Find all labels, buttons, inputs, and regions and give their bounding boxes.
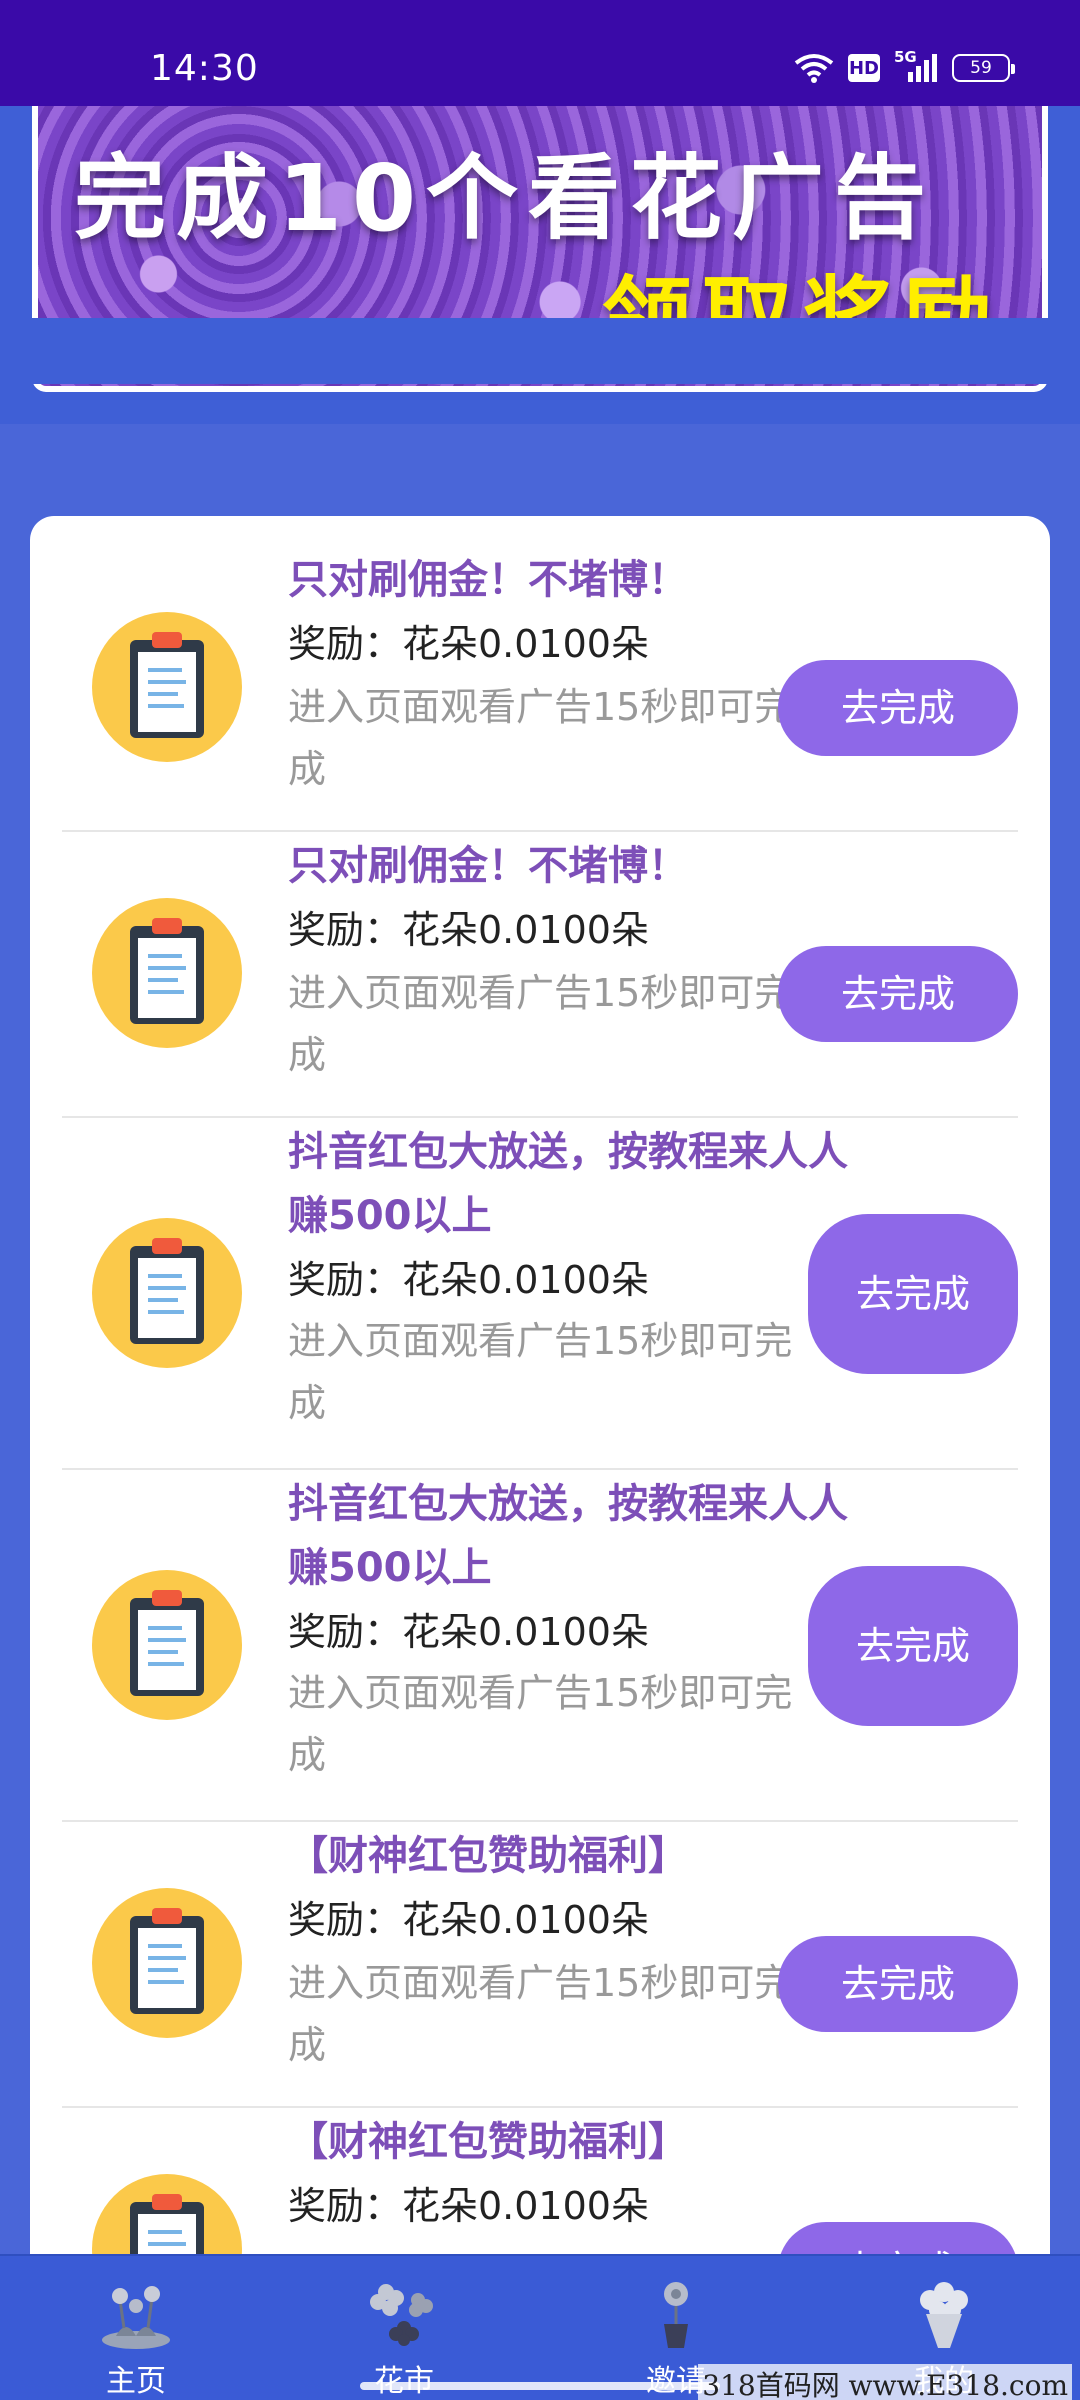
complete-button[interactable]: 去完成: [778, 660, 1018, 756]
status-bar: 14:30 HD 5G 59: [0, 0, 1080, 106]
nav-label: 花市: [304, 2356, 504, 2400]
task-reward: 奖励：花朵0.0100朵: [288, 1258, 649, 1302]
task-item: 抖音红包大放送，按教程来人人赚500以上 奖励：花朵0.0100朵 进入页面观看…: [62, 1470, 1018, 1822]
watermark: 318首码网 www.E318.com: [698, 2364, 1072, 2400]
task-title: 只对刷佣金！不堵博！: [288, 843, 688, 889]
clipboard-icon: [92, 2174, 242, 2256]
section-divider: [0, 318, 1080, 384]
home-indicator[interactable]: [360, 2382, 720, 2390]
task-item: 【财神红包赞助福利】 奖励：花朵0.0100朵 进入页面观看广告15秒即可完成 …: [62, 1822, 1018, 2108]
nav-item-market[interactable]: 花市: [304, 2256, 504, 2400]
nav-label: 主页: [106, 2364, 166, 2399]
task-item: 只对刷佣金！不堵博！ 奖励：花朵0.0100朵 进入页面观看广告15秒即可完成 …: [62, 832, 1018, 1118]
task-reward: 奖励：花朵0.0100朵: [288, 1898, 649, 1942]
task-title: 【财神红包赞助福利】: [288, 1833, 688, 1879]
potted-flower-icon: [636, 2278, 716, 2350]
complete-button[interactable]: 去完成: [778, 2222, 1018, 2256]
task-description: 进入页面观看广告15秒即可完成: [288, 1961, 793, 2067]
task-description: 进入页面观看广告15秒即可完成: [288, 685, 793, 791]
task-description: 进入页面观看广告15秒即可完成: [288, 1671, 793, 1777]
complete-button[interactable]: 去完成: [778, 946, 1018, 1042]
clipboard-icon: [92, 1218, 242, 1368]
battery-indicator: 59: [952, 54, 1015, 82]
complete-button[interactable]: 去完成: [778, 1936, 1018, 2032]
task-item: 抖音红包大放送，按教程来人人赚500以上 奖励：花朵0.0100朵 进入页面观看…: [62, 1118, 1018, 1470]
signal-5g-icon: 5G: [894, 48, 938, 84]
task-title: 抖音红包大放送，按教程来人人赚500以上: [288, 1481, 848, 1591]
task-reward: 奖励：花朵0.0100朵: [288, 2184, 649, 2228]
task-list-card: 只对刷佣金！不堵博！ 奖励：花朵0.0100朵 进入页面观看广告15秒即可完成 …: [30, 516, 1050, 2256]
task-description: 进入页面观看广告15秒即可完成: [288, 1319, 793, 1425]
nav-item-home[interactable]: 主页: [36, 2256, 236, 2400]
clipboard-icon: [92, 612, 242, 762]
hd-badge: HD: [848, 54, 880, 82]
bouquet-icon: [904, 2278, 984, 2350]
task-title: 【财神红包赞助福利】: [288, 2119, 688, 2165]
clipboard-icon: [92, 898, 242, 1048]
task-title: 抖音红包大放送，按教程来人人赚500以上: [288, 1129, 848, 1239]
status-icons: HD 5G 59: [794, 48, 1015, 84]
status-time: 14:30: [150, 48, 259, 89]
complete-button[interactable]: 去完成: [808, 1214, 1018, 1374]
task-item: 【财神红包赞助福利】 奖励：花朵0.0100朵 去完成: [62, 2108, 1018, 2256]
task-reward: 奖励：花朵0.0100朵: [288, 1610, 649, 1654]
flower-market-icon: [364, 2278, 444, 2350]
clipboard-icon: [92, 1888, 242, 2038]
wifi-icon: [794, 53, 834, 83]
clipboard-icon: [92, 1570, 242, 1720]
task-description: 进入页面观看广告15秒即可完成: [288, 971, 793, 1077]
banner-title: 完成10个看花广告: [74, 145, 937, 252]
complete-button[interactable]: 去完成: [808, 1566, 1018, 1726]
task-title: 只对刷佣金！不堵博！: [288, 557, 688, 603]
home-flower-icon: [96, 2278, 176, 2350]
task-reward: 奖励：花朵0.0100朵: [288, 622, 649, 666]
task-reward: 奖励：花朵0.0100朵: [288, 908, 649, 952]
task-item: 只对刷佣金！不堵博！ 奖励：花朵0.0100朵 进入页面观看广告15秒即可完成 …: [62, 546, 1018, 832]
